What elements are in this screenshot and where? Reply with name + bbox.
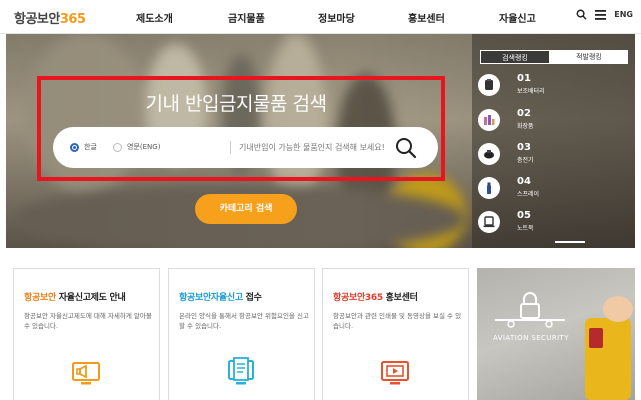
- traveler-illustration: [603, 296, 633, 322]
- passport-illustration: [589, 328, 603, 348]
- radio-english-label[interactable]: 영문(ENG): [127, 142, 160, 152]
- card-title: 항공보안자율신고 접수: [179, 290, 262, 303]
- report-form-icon: [228, 357, 254, 385]
- cosmetics-icon: [478, 109, 500, 131]
- video-monitor-icon: [381, 361, 409, 385]
- card-title-accent: 항공보안: [24, 293, 56, 303]
- card-title-rest: 홍보센터: [382, 293, 418, 303]
- nav-item-prohibited-items[interactable]: 금지물품: [228, 10, 265, 25]
- ranking-item[interactable]: 05 노트북: [478, 210, 628, 240]
- charger-icon: [478, 143, 500, 165]
- search-submit-icon[interactable]: [394, 136, 418, 160]
- radio-english[interactable]: [113, 143, 122, 152]
- power-bank-icon: [478, 74, 500, 96]
- rank-number: 03: [517, 142, 531, 153]
- ranking-panel: 검색랭킹 적발랭킹 01 보조배터리 02 화장품 03 충전기 04 스프레이…: [472, 34, 635, 248]
- nav-item-self-report[interactable]: 자율신고: [499, 10, 536, 25]
- card-description: 항공보안과 관련 인쇄물 및 동영상을 보실 수 있습니다.: [333, 312, 462, 330]
- radio-korean-label[interactable]: 한글: [84, 142, 97, 152]
- ranking-pager-indicator: [555, 241, 585, 243]
- card-title-accent: 항공보안365: [333, 293, 383, 303]
- rank-item-name: 충전기: [517, 157, 534, 164]
- card-self-report-guide[interactable]: 항공보안 자율신고제도 안내 항공보안 자율신고제도에 대해 자세하게 알아볼 …: [13, 268, 160, 400]
- megaphone-monitor-icon: [72, 362, 100, 385]
- ranking-item[interactable]: 01 보조배터리: [478, 73, 628, 103]
- rank-item-name: 노트북: [517, 225, 534, 232]
- tab-search-ranking[interactable]: 검색랭킹: [480, 50, 550, 64]
- rank-number: 05: [517, 210, 531, 221]
- card-description: 항공보안 자율신고제도에 대해 자세하게 알아볼 수 있습니다.: [24, 312, 152, 330]
- promo-text: AVIATION SECURITY: [493, 334, 569, 342]
- header-tools: ENG: [576, 9, 633, 20]
- ranking-item[interactable]: 03 충전기: [478, 142, 628, 172]
- card-self-report-submit[interactable]: 항공보안자율신고 접수 온라인 양식을 통해서 항공보안 위험요인을 신고할 수…: [168, 268, 315, 400]
- ranking-item[interactable]: 04 스프레이: [478, 176, 628, 206]
- rank-number: 01: [517, 73, 531, 84]
- site-logo[interactable]: 항공보안365: [14, 8, 86, 27]
- search-input[interactable]: [239, 138, 414, 157]
- nav-item-info[interactable]: 정보마당: [318, 10, 355, 25]
- rank-item-name: 보조배터리: [517, 88, 545, 95]
- promo-banner[interactable]: AVIATION SECURITY: [477, 268, 635, 400]
- card-promotion-center[interactable]: 항공보안365 홍보센터 항공보안과 관련 인쇄물 및 동영상을 보실 수 있습…: [322, 268, 469, 400]
- search-bar: 한글 영문(ENG): [53, 127, 438, 168]
- rank-number: 02: [517, 108, 531, 119]
- laptop-icon: [478, 211, 500, 233]
- language-toggle[interactable]: ENG: [614, 10, 633, 19]
- search-divider: [230, 141, 231, 154]
- logo-text: 항공보안: [14, 12, 60, 27]
- search-icon[interactable]: [576, 9, 587, 20]
- logo-number: 365: [59, 12, 86, 27]
- card-title: 항공보안 자율신고제도 안내: [24, 290, 126, 303]
- menu-icon[interactable]: [595, 9, 607, 20]
- nav-item-system-intro[interactable]: 제도소개: [136, 10, 173, 25]
- card-title-accent: 항공보안자율신고: [179, 293, 243, 303]
- nav-item-promotion[interactable]: 홍보센터: [408, 10, 445, 25]
- card-title: 항공보안365 홍보센터: [333, 290, 418, 303]
- rank-number: 04: [517, 176, 531, 187]
- card-description: 온라인 양식을 통해서 항공보안 위험요인을 신고할 수 있습니다.: [179, 312, 309, 330]
- tab-detection-ranking[interactable]: 적발랭킹: [550, 50, 628, 64]
- rank-item-name: 스프레이: [517, 191, 540, 198]
- card-title-rest: 접수: [242, 293, 262, 303]
- airplane-lock-icon: [495, 292, 565, 328]
- spray-icon: [478, 177, 500, 199]
- ranking-item[interactable]: 02 화장품: [478, 108, 628, 138]
- category-search-button[interactable]: 카테고리 검색: [195, 194, 297, 224]
- radio-korean[interactable]: [70, 143, 79, 152]
- card-title-rest: 자율신고제도 안내: [55, 293, 126, 303]
- rank-item-name: 화장품: [517, 123, 534, 130]
- site-header: 항공보안365 제도소개 금지물품 정보마당 홍보센터 자율신고 ENG: [0, 0, 641, 34]
